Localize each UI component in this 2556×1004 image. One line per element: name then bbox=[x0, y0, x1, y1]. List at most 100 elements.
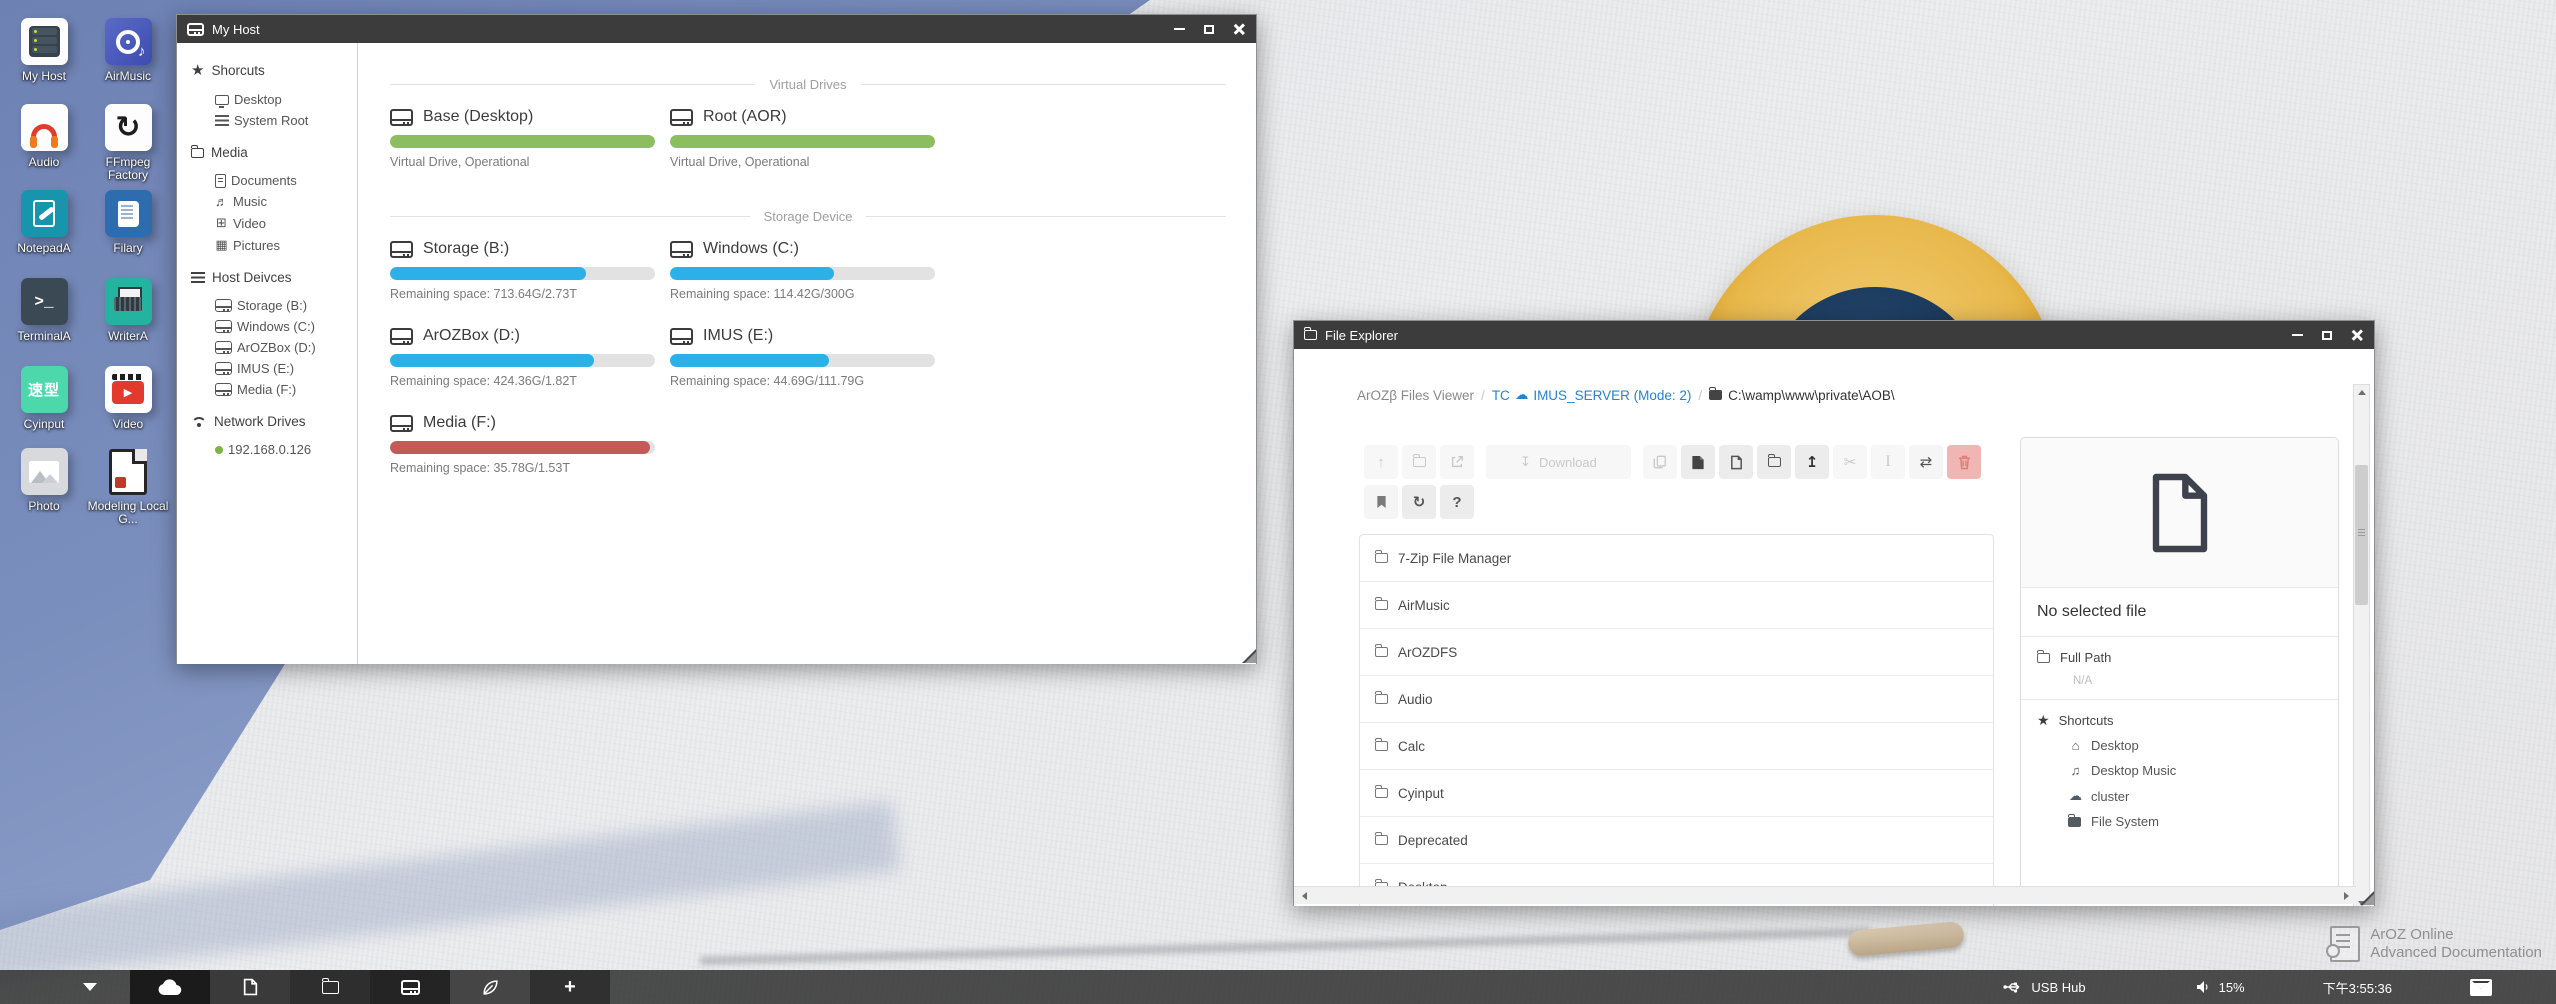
star-icon: ★ bbox=[2037, 712, 2050, 729]
drive-entry-storage-b[interactable]: Storage (B:) Remaining space: 713.64G/2.… bbox=[390, 240, 670, 301]
rename-button[interactable]: I bbox=[1871, 445, 1905, 479]
breadcrumb-app[interactable]: ArOZβ Files Viewer bbox=[1357, 388, 1474, 403]
file-row-7zip[interactable]: 7-Zip File Manager bbox=[1360, 535, 1993, 582]
desktop-icon-modeling-doc[interactable]: Modeling Local G... bbox=[86, 448, 170, 526]
desktop-icon-terminala[interactable]: >_TerminalA bbox=[2, 278, 86, 343]
desktop-icon-airmusic[interactable]: ♪AirMusic bbox=[86, 18, 170, 83]
file-row-audio[interactable]: Audio bbox=[1360, 676, 1993, 723]
breadcrumb-path[interactable]: C:\wamp\www\private\AOB\ bbox=[1709, 388, 1895, 403]
help-button[interactable]: ? bbox=[1440, 485, 1474, 519]
taskbar-item-cloud[interactable] bbox=[130, 970, 210, 1004]
new-file-icon bbox=[1730, 455, 1743, 470]
file-row-cyinput[interactable]: Cyinput bbox=[1360, 770, 1993, 817]
scroll-left-arrow[interactable] bbox=[1296, 887, 1312, 904]
refresh-button[interactable]: ↻ bbox=[1402, 485, 1436, 519]
shortcut-desktop-music[interactable]: ♫Desktop Music bbox=[2021, 758, 2338, 783]
download-button[interactable]: ↧Download bbox=[1486, 445, 1631, 479]
drive-entry-arozbox-d[interactable]: ArOZBox (D:) Remaining space: 424.36G/1.… bbox=[390, 327, 670, 388]
desktop-icon-my-host[interactable]: My Host bbox=[2, 18, 86, 83]
delete-button[interactable] bbox=[1947, 445, 1981, 479]
copy-icon bbox=[1653, 455, 1667, 469]
sidebar-item-music[interactable]: ♬Music bbox=[191, 191, 357, 212]
drive-entry-windows-c[interactable]: Windows (C:) Remaining space: 114.42G/30… bbox=[670, 240, 950, 301]
tray-messages[interactable] bbox=[2470, 979, 2492, 996]
tray-volume[interactable]: 15% bbox=[2196, 980, 2245, 995]
sidebar-item-windows-c[interactable]: Windows (C:) bbox=[191, 316, 357, 337]
paste-button[interactable] bbox=[1681, 445, 1715, 479]
maximize-button[interactable] bbox=[2320, 328, 2334, 342]
resize-grip[interactable] bbox=[2360, 891, 2374, 905]
drive-entry-root[interactable]: Root (AOR) Virtual Drive, Operational bbox=[670, 108, 950, 169]
sidebar-item-pictures[interactable]: ▦Pictures bbox=[191, 234, 357, 256]
new-folder-button[interactable] bbox=[1757, 445, 1791, 479]
sidebar-item-storage-b[interactable]: Storage (B:) bbox=[191, 295, 357, 316]
taskbar-collapse-arrow[interactable] bbox=[50, 970, 130, 1004]
my-host-titlebar[interactable]: My Host bbox=[177, 15, 1256, 43]
scrollbar-thumb[interactable] bbox=[2355, 465, 2368, 605]
desktop-icon-photo[interactable]: Photo bbox=[2, 448, 86, 513]
upload-button[interactable]: ↥ bbox=[1795, 445, 1829, 479]
horizontal-scrollbar[interactable] bbox=[1294, 886, 2356, 904]
new-file-button[interactable] bbox=[1719, 445, 1753, 479]
copy-button[interactable] bbox=[1643, 445, 1677, 479]
open-button[interactable] bbox=[1402, 445, 1436, 479]
tray-usb[interactable]: USB Hub bbox=[2003, 980, 2085, 995]
cut-button[interactable]: ✂ bbox=[1833, 445, 1867, 479]
go-up-button[interactable]: ↑ bbox=[1364, 445, 1398, 479]
taskbar-item-feather[interactable] bbox=[450, 970, 530, 1004]
desktop-icon-filary[interactable]: Filary bbox=[86, 190, 170, 255]
file-row-airmusic[interactable]: AirMusic bbox=[1360, 582, 1993, 629]
minimize-button[interactable] bbox=[2290, 328, 2304, 342]
move-button[interactable]: ⇄ bbox=[1909, 445, 1943, 479]
open-new-window-button[interactable] bbox=[1440, 445, 1474, 479]
shortcut-cluster[interactable]: ☁cluster bbox=[2021, 783, 2338, 809]
taskbar-item-file[interactable] bbox=[210, 970, 290, 1004]
photo-icon bbox=[21, 448, 68, 495]
breadcrumb-host[interactable]: TC☁IMUS_SERVER (Mode: 2) bbox=[1492, 387, 1692, 403]
desktop-icon-cyinput[interactable]: 速型Cyinput bbox=[2, 366, 86, 431]
minimize-button[interactable] bbox=[1172, 22, 1186, 36]
taskbar-item-add[interactable]: + bbox=[530, 970, 610, 1004]
shortcut-file-system[interactable]: File System bbox=[2021, 809, 2338, 834]
desktop-icon-audio[interactable]: Audio bbox=[2, 104, 86, 169]
my-host-window: My Host ★Shorcuts Desktop System Root Me… bbox=[176, 14, 1257, 664]
file-explorer-titlebar[interactable]: File Explorer bbox=[1294, 321, 2374, 349]
close-button[interactable] bbox=[1232, 22, 1246, 36]
system-tray: USB Hub 15% 下午3:55:36 bbox=[2003, 970, 2556, 1004]
file-row-deprecated[interactable]: Deprecated bbox=[1360, 817, 1993, 864]
shortcut-desktop[interactable]: ⌂Desktop bbox=[2021, 733, 2338, 758]
taskbar-item-folder[interactable] bbox=[290, 970, 370, 1004]
drive-status: Remaining space: 424.36G/1.82T bbox=[390, 374, 670, 388]
scroll-up-arrow[interactable] bbox=[2354, 385, 2369, 400]
bookmark-button[interactable] bbox=[1364, 485, 1398, 519]
file-row-calc[interactable]: Calc bbox=[1360, 723, 1993, 770]
sidebar-item-documents[interactable]: Documents bbox=[191, 170, 357, 191]
feather-icon bbox=[482, 979, 499, 996]
sidebar-item-imus-e[interactable]: IMUS (E:) bbox=[191, 358, 357, 379]
desktop-icon-video[interactable]: ▶Video bbox=[86, 366, 170, 431]
document-icon bbox=[215, 174, 226, 188]
sidebar-item-system-root[interactable]: System Root bbox=[191, 110, 357, 131]
vertical-scrollbar[interactable] bbox=[2353, 384, 2370, 906]
desktop-icon-writera[interactable]: WriterA bbox=[86, 278, 170, 343]
sidebar-item-video[interactable]: ⊞Video bbox=[191, 212, 357, 234]
drive-entry-imus-e[interactable]: IMUS (E:) Remaining space: 44.69G/111.79… bbox=[670, 327, 950, 388]
drive-entry-media-f[interactable]: Media (F:) Remaining space: 35.78G/1.53T bbox=[390, 414, 670, 475]
recycle-arrows-icon: ↻ bbox=[105, 104, 152, 151]
maximize-button[interactable] bbox=[1202, 22, 1216, 36]
folder-icon bbox=[1375, 741, 1388, 751]
taskbar-item-drive[interactable] bbox=[370, 970, 450, 1004]
sidebar-item-desktop[interactable]: Desktop bbox=[191, 89, 357, 110]
tray-clock[interactable]: 下午3:55:36 bbox=[2323, 978, 2392, 997]
sidebar-item-network-192-168-0-126[interactable]: 192.168.0.126 bbox=[191, 439, 357, 460]
resize-grip[interactable] bbox=[1242, 649, 1256, 663]
drive-entry-base[interactable]: Base (Desktop) Virtual Drive, Operationa… bbox=[390, 108, 670, 169]
desktop-icon-notepada[interactable]: NotepadA bbox=[2, 190, 86, 255]
sidebar-item-arozbox-d[interactable]: ArOZBox (D:) bbox=[191, 337, 357, 358]
desktop-icon-ffmpeg-factory[interactable]: ↻FFmpeg Factory bbox=[86, 104, 170, 182]
sidebar-item-media-f[interactable]: Media (F:) bbox=[191, 379, 357, 400]
file-row-arozdfs[interactable]: ArOZDFS bbox=[1360, 629, 1993, 676]
close-button[interactable] bbox=[2350, 328, 2364, 342]
monitor-icon bbox=[215, 95, 229, 105]
scroll-right-arrow[interactable] bbox=[2338, 887, 2354, 904]
